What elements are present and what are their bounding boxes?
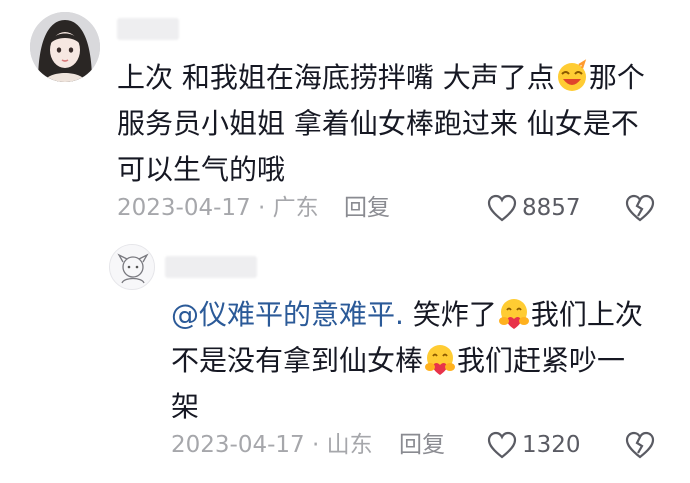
- reply-body: @仪难平的意难平. 笑炸了 我们上次 不是没有拿到仙女棒 我们赶紧吵一 架: [171, 292, 643, 430]
- heart-icon: [487, 194, 517, 222]
- reply-meta: 2023-04-17 · 山东: [171, 432, 373, 458]
- dislike-icon[interactable]: [625, 431, 655, 459]
- like-count: 1320: [522, 432, 581, 458]
- reply-commenter-name-redacted[interactable]: [165, 256, 257, 278]
- hugging-face-emoji-icon: [423, 342, 457, 376]
- reply-button[interactable]: 回复: [399, 430, 445, 460]
- dislike-icon[interactable]: [625, 194, 655, 222]
- laughing-face-emoji-icon: [555, 59, 589, 93]
- comment-date: 2023-04-17: [117, 195, 251, 221]
- comment-line: @仪难平的意难平. 笑炸了 我们上次: [171, 296, 643, 331]
- comment-location: 广东: [272, 195, 319, 221]
- reply-button[interactable]: 回复: [344, 193, 390, 223]
- reply-commenter-avatar[interactable]: [109, 244, 155, 290]
- comment-meta: 2023-04-17 · 广东: [117, 195, 319, 221]
- comment-line: 不是没有拿到仙女棒 我们赶紧吵一: [171, 342, 626, 377]
- reply-location: 山东: [326, 432, 373, 458]
- hugging-face-emoji-icon: [497, 296, 531, 330]
- comment-line: 架: [171, 390, 200, 423]
- comment-line: 上次 和我姐在海底捞拌嘴 大声了点 那个: [117, 59, 645, 94]
- heart-icon: [487, 431, 517, 459]
- reply-date: 2023-04-17: [171, 432, 305, 458]
- comment-line: 可以生气的哦: [117, 153, 286, 186]
- comment-line: 服务员小姐姐 拿着仙女棒跑过来 仙女是不: [117, 107, 639, 140]
- commenter-name-redacted[interactable]: [117, 18, 179, 40]
- like-count: 8857: [522, 195, 581, 221]
- like-button[interactable]: 1320: [487, 430, 581, 460]
- like-button[interactable]: 8857: [487, 193, 581, 223]
- commenter-avatar[interactable]: [30, 12, 100, 82]
- comment-body: 上次 和我姐在海底捞拌嘴 大声了点 那个 服务员小姐姐 拿着仙女棒跑过来 仙女是…: [117, 55, 645, 193]
- mention-link[interactable]: @仪难平的意难平.: [171, 298, 404, 331]
